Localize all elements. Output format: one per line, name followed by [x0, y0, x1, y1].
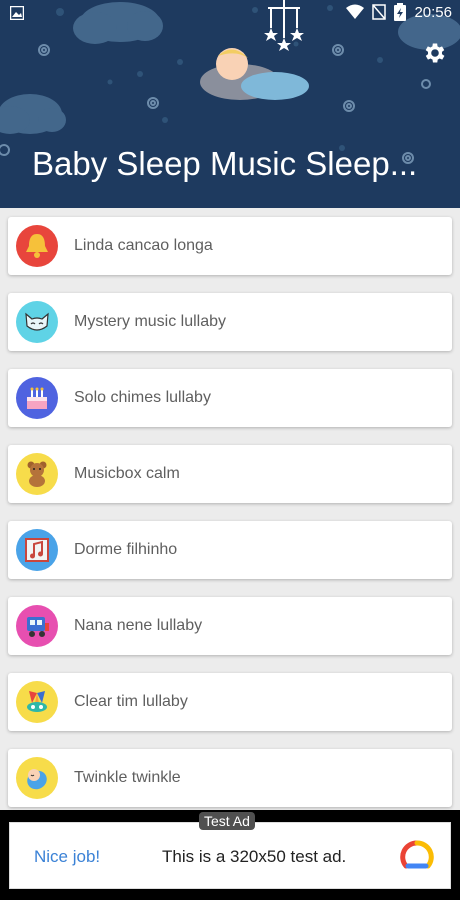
list-item[interactable]: Musicbox calm — [8, 445, 452, 503]
jester-hat-icon — [16, 681, 58, 723]
list-item[interactable]: Twinkle twinkle — [8, 749, 452, 807]
bell-icon — [16, 225, 58, 267]
ad-body-text: This is a 320x50 test ad. — [162, 847, 347, 866]
image-notification-icon — [10, 6, 24, 20]
list-item-label: Dorme filhinho — [74, 541, 178, 558]
ad-banner-container: Nice job! This is a 320x50 test ad. Test… — [0, 810, 460, 900]
status-time: 20:56 — [414, 3, 452, 21]
list-item-label: Linda cancao longa — [74, 237, 213, 254]
list-item[interactable]: Solo chimes lullaby — [8, 369, 452, 427]
app-header: 20:56 Baby Sleep Music Sleep... — [0, 0, 460, 208]
admob-logo-icon — [400, 840, 434, 869]
battery-charging-icon — [394, 3, 407, 21]
no-sim-icon — [372, 4, 387, 20]
list-item-label: Mystery music lullaby — [74, 313, 227, 330]
cat-icon — [16, 301, 58, 343]
music-note-icon — [16, 529, 58, 571]
cake-icon — [16, 377, 58, 419]
list-item[interactable]: Linda cancao longa — [8, 217, 452, 275]
list-item-label: Solo chimes lullaby — [74, 389, 211, 406]
train-icon — [16, 605, 58, 647]
settings-gear-icon[interactable] — [422, 40, 448, 66]
wifi-icon — [346, 4, 365, 19]
app-title: Baby Sleep Music Sleep... — [32, 145, 418, 182]
list-item-label: Nana nene lullaby — [74, 617, 203, 634]
list-item[interactable]: Nana nene lullaby — [8, 597, 452, 655]
list-item-label: Clear tim lullaby — [74, 693, 188, 710]
list-item-label: Twinkle twinkle — [74, 769, 181, 786]
status-bar: 20:56 — [0, 0, 460, 28]
list-item[interactable]: Clear tim lullaby — [8, 673, 452, 731]
list-item[interactable]: Mystery music lullaby — [8, 293, 452, 351]
teddy-bear-icon — [16, 453, 58, 495]
ad-banner[interactable]: Nice job! This is a 320x50 test ad. — [9, 822, 451, 889]
list-item-label: Musicbox calm — [74, 465, 180, 482]
ad-cta-text[interactable]: Nice job! — [34, 847, 100, 867]
list-item[interactable]: Dorme filhinho — [8, 521, 452, 579]
sleeping-baby-icon — [16, 757, 58, 799]
test-ad-tag: Test Ad — [199, 812, 255, 830]
